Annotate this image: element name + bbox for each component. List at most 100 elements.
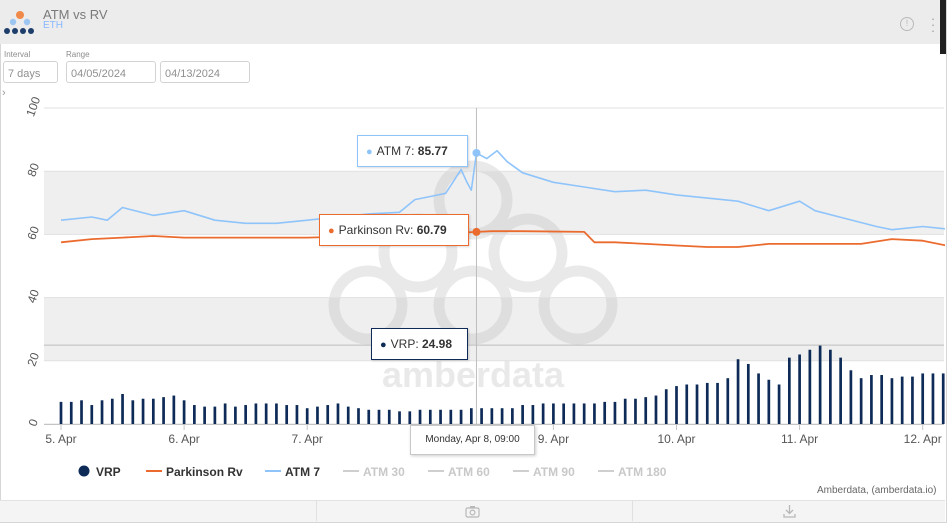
vrp-bar — [336, 403, 340, 424]
tooltip-atm7-marker: ● — [366, 146, 373, 158]
vrp-bar — [593, 403, 596, 424]
download-icon[interactable] — [783, 504, 796, 518]
vrp-bar — [110, 398, 114, 424]
vrp-bar — [285, 405, 289, 424]
tooltip-vrp-value: 24.98 — [422, 337, 453, 351]
vrp-bar — [418, 409, 422, 424]
legend-item-atm-7[interactable]: ATM 7 — [265, 465, 320, 479]
vrp-bar — [193, 405, 196, 424]
legend-symbol — [428, 470, 444, 472]
vrp-bar — [69, 401, 73, 424]
vrp-bar — [90, 405, 94, 424]
vrp-bar — [603, 401, 607, 424]
vrp-bar — [305, 408, 309, 424]
vrp-bar — [644, 397, 648, 424]
vrp-bar — [490, 408, 494, 424]
vrp-bar — [367, 409, 371, 424]
vrp-bar — [398, 411, 401, 424]
vrp-bar — [900, 376, 904, 424]
legend-item-atm-30[interactable]: ATM 30 — [343, 465, 405, 479]
vrp-bar — [777, 384, 781, 424]
tooltip-atm7-label: ATM 7: — [376, 144, 418, 158]
vrp-bar — [264, 403, 268, 424]
x-tick-label: 5. Apr — [45, 432, 76, 446]
vrp-bar — [685, 384, 689, 424]
legend-item-atm-60[interactable]: ATM 60 — [428, 465, 490, 479]
tooltip-vrp-marker: ● — [380, 339, 387, 351]
legend-symbol — [146, 470, 162, 472]
legend-label: ATM 180 — [618, 465, 667, 479]
vrp-bar — [428, 409, 432, 424]
y-tick-label: 20 — [24, 350, 42, 368]
vrp-bar — [757, 373, 760, 424]
vrp-bar — [787, 357, 791, 424]
vrp-bar — [223, 403, 227, 424]
footer-divider — [632, 501, 633, 521]
plot-band — [44, 108, 944, 172]
legend-item-atm-180[interactable]: ATM 180 — [598, 465, 666, 479]
vrp-bar — [675, 386, 678, 424]
legend-item-atm-90[interactable]: ATM 90 — [513, 465, 575, 479]
vrp-bar — [695, 384, 699, 424]
vrp-bar — [634, 398, 637, 424]
vrp-bar — [859, 378, 863, 424]
vrp-bar — [521, 405, 524, 424]
legend-label: ATM 60 — [448, 465, 490, 479]
chart-credit[interactable]: Amberdata, (amberdata.io) — [817, 485, 937, 496]
vrp-bar — [921, 373, 925, 424]
vrp-bar — [172, 395, 176, 424]
y-tick-label: 80 — [24, 161, 42, 179]
vrp-bar — [911, 376, 914, 424]
vrp-bar — [234, 406, 237, 424]
vrp-bar — [552, 403, 555, 424]
vrp-bar — [459, 409, 463, 424]
x-tick-label: 9. Apr — [538, 432, 569, 446]
vrp-bar — [849, 370, 853, 424]
x-tick-label: 7. Apr — [292, 432, 323, 446]
vrp-bar — [818, 345, 822, 424]
legend-symbol — [513, 470, 529, 472]
vrp-bar — [244, 405, 247, 424]
vrp-bar — [582, 403, 586, 424]
tooltip-vrp: ● VRP: 24.98 — [371, 328, 468, 360]
vrp-bar — [798, 354, 801, 424]
vrp-bar — [295, 405, 299, 424]
legend-label: VRP — [96, 465, 121, 479]
vrp-bar — [316, 406, 319, 424]
vrp-bar — [131, 400, 135, 424]
vrp-bar — [664, 389, 668, 424]
x-tick-label: 12. Apr — [904, 432, 942, 446]
atm7-hover-marker — [472, 148, 481, 157]
vrp-bar — [870, 375, 873, 424]
vrp-bar — [829, 349, 832, 424]
vrp-bar — [572, 403, 576, 424]
vrp-bar — [746, 363, 750, 424]
tooltip-parkinson: ● Parkinson Rv: 60.79 — [319, 214, 469, 246]
vrp-bar — [254, 403, 258, 424]
vrp-bar — [59, 401, 63, 424]
camera-icon[interactable] — [465, 505, 480, 518]
vrp-bar — [941, 373, 945, 424]
vrp-bar — [213, 406, 217, 424]
vrp-bar — [562, 403, 566, 424]
footer-divider — [316, 501, 317, 521]
vrp-bar — [377, 409, 381, 424]
legend-item-vrp[interactable]: VRP — [78, 465, 121, 479]
tooltip-time: Monday, Apr 8, 09:00 — [410, 425, 535, 455]
vrp-bar — [80, 400, 83, 424]
y-tick-label: 60 — [24, 224, 42, 242]
vrp-bar — [654, 395, 658, 424]
vrp-bar — [469, 408, 473, 424]
legend-symbol — [78, 465, 90, 477]
vrp-bar — [541, 403, 545, 424]
legend-symbol — [265, 470, 281, 472]
vrp-bar — [716, 382, 719, 424]
vrp-bar — [357, 408, 360, 424]
tooltip-parkinson-value: 60.79 — [416, 223, 447, 237]
parkinson-hover-marker — [472, 227, 481, 236]
vrp-bar — [408, 411, 412, 424]
legend-item-parkinson-rv[interactable]: Parkinson Rv — [146, 465, 243, 479]
y-axis-ticks: 0 20 40 60 80 100 — [23, 95, 43, 429]
vrp-bar — [705, 382, 709, 424]
tooltip-parkinson-label: Parkinson Rv: — [338, 223, 417, 237]
